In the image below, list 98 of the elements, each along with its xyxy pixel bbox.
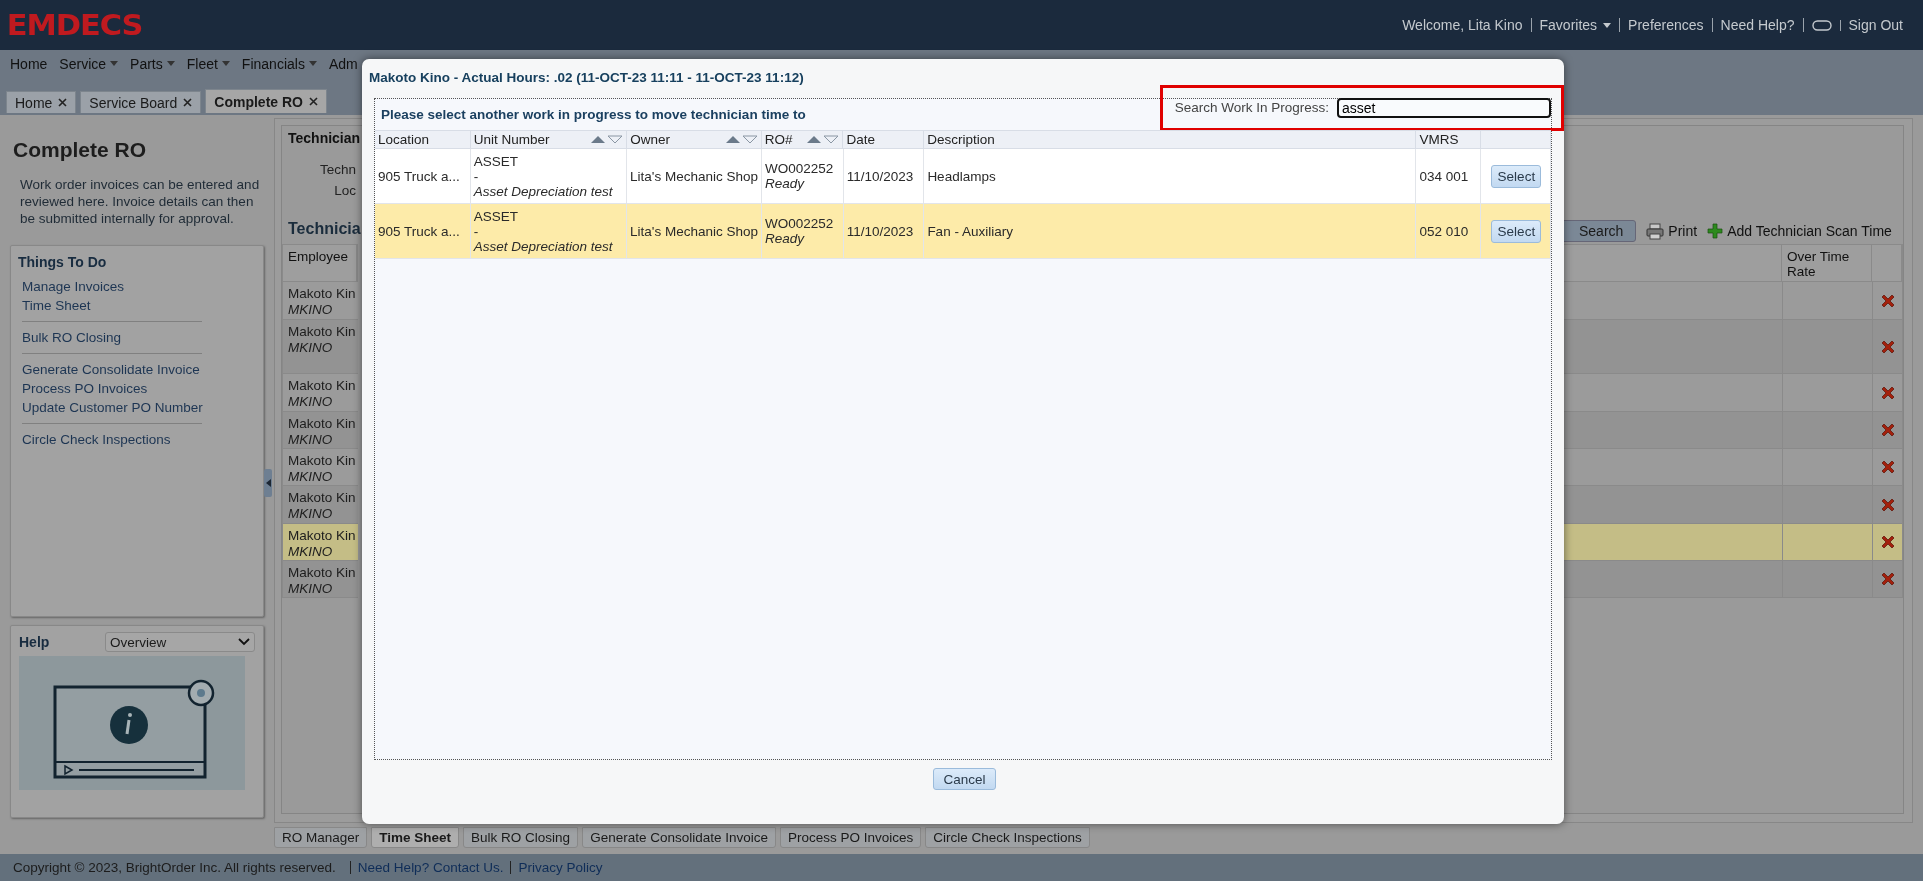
bottom-tab[interactable]: Process PO Invoices — [780, 827, 922, 848]
table-cell: 11/10/2023 — [843, 204, 925, 258]
close-icon[interactable] — [58, 98, 68, 107]
caret-icon — [1603, 22, 1612, 28]
column-header: VMRS — [1416, 131, 1482, 148]
nav-menu-item[interactable]: Financials — [241, 55, 317, 72]
field-label: Loc — [333, 183, 357, 198]
delete-icon[interactable] — [1879, 292, 1896, 309]
copyright-text: Copyright © 2023, BrightOrder Inc. All rights reserved. — [13, 860, 336, 875]
table-cell: Fan - Auxiliary — [924, 204, 1417, 258]
task-link[interactable]: Time Sheet — [18, 296, 256, 315]
table-cell-text: Makoto Kin MKINO — [287, 377, 357, 411]
bottom-tab[interactable]: Bulk RO Closing — [463, 827, 579, 848]
delete-icon[interactable] — [1879, 496, 1896, 513]
sort-icon[interactable] — [806, 135, 840, 144]
field-label: Techn — [318, 162, 357, 177]
header-link[interactable]: Preferences — [1628, 18, 1704, 32]
task-link[interactable]: Manage Invoices — [18, 277, 256, 296]
close-icon[interactable] — [183, 98, 193, 107]
welcome-text: Welcome, Lita Kino — [1402, 18, 1523, 32]
print-button[interactable]: Print — [1646, 222, 1698, 240]
column-header: Location — [375, 131, 471, 148]
prompt-text: Please select another work in progress to move technician time to — [381, 107, 806, 122]
column-header[interactable]: Unit Number — [470, 131, 628, 148]
nav-menu-item[interactable]: Adm — [328, 55, 358, 72]
logo: EMDECS — [6, 8, 143, 42]
table-cell-text: Makoto Kin MKINO — [287, 527, 357, 560]
table-cell: 034 001 — [1416, 149, 1482, 203]
triangle-left-icon — [265, 479, 271, 487]
table-cell: WO002252 Ready — [761, 149, 844, 203]
table-cell-text: Makoto Kin MKINO — [287, 564, 357, 597]
nav-menu-item[interactable]: Home — [10, 55, 48, 72]
column-header[interactable]: Owner — [627, 131, 762, 148]
delete-icon[interactable] — [1879, 534, 1896, 550]
task-link[interactable]: Circle Check Inspections — [18, 430, 256, 449]
table-cell: 905 Truck a... — [375, 204, 471, 258]
table-cell: WO002252 Ready — [761, 204, 844, 258]
cancel-button[interactable]: Cancel — [933, 768, 996, 790]
page-title: Complete RO — [13, 138, 147, 162]
page-tab[interactable]: Complete RO — [205, 89, 327, 113]
column-header: Description — [924, 131, 1417, 148]
table-cell-text: Makoto Kin MKINO — [287, 489, 357, 523]
select-button[interactable]: Select — [1490, 164, 1541, 188]
table-cell: 052 010 — [1416, 204, 1482, 258]
add-scan-time-button[interactable]: Add Technician Scan Time — [1707, 223, 1892, 239]
table-cell: Headlamps — [924, 149, 1417, 203]
task-link[interactable]: Bulk RO Closing — [18, 328, 256, 347]
table-cell-text: Makoto Kin MKINO — [287, 415, 357, 448]
column-header: Over Time Rate — [1782, 245, 1872, 281]
table-cell-text: Makoto Kin MKINO — [287, 452, 357, 485]
toggle-icon[interactable] — [1811, 19, 1832, 31]
table-cell: Lita's Mechanic Shop — [627, 204, 762, 258]
table-cell: 905 Truck a... — [375, 149, 471, 203]
panel-title: Things To Do — [18, 254, 108, 270]
bottom-tab[interactable]: Time Sheet — [371, 827, 460, 848]
table-cell: ASSET - Asset Depreciation test — [470, 204, 628, 258]
page-description: Work order invoices can be entered and reviewed here. Invoice details can then be submitted internally for approval. — [19, 176, 261, 227]
select-button[interactable]: Select — [1490, 219, 1541, 243]
header-link[interactable]: Need Help? — [1720, 18, 1795, 32]
table-cell: Lita's Mechanic Shop — [627, 149, 762, 203]
delete-icon[interactable] — [1879, 459, 1896, 475]
plus-icon — [1707, 223, 1724, 239]
delete-icon[interactable] — [1879, 422, 1896, 438]
header-link[interactable]: Sign Out — [1848, 18, 1903, 32]
sort-icon[interactable] — [724, 135, 758, 144]
chevron-down-icon — [238, 638, 250, 646]
search-field[interactable]: asset — [1337, 97, 1551, 118]
nav-menu-item[interactable]: Service — [59, 55, 119, 72]
column-header: Employee — [283, 245, 357, 281]
table-cell-text: Makoto Kin MKINO — [287, 285, 357, 319]
column-header: Date — [843, 131, 925, 148]
bottom-tab[interactable]: RO Manager — [274, 827, 368, 848]
delete-icon[interactable] — [1879, 338, 1896, 355]
delete-icon[interactable] — [1879, 384, 1896, 401]
panel-title: Help — [19, 634, 50, 650]
help-topic-select[interactable]: Overview — [105, 632, 255, 652]
panel-title: Technician — [287, 129, 358, 148]
table-cell: ASSET - Asset Depreciation test — [470, 149, 628, 203]
nav-menu-item[interactable]: Fleet — [186, 55, 230, 72]
table-cell: 11/10/2023 — [843, 149, 925, 203]
page-tab[interactable]: Service Board — [80, 91, 202, 113]
bottom-tab[interactable]: Circle Check Inspections — [925, 827, 1090, 848]
printer-icon — [1646, 222, 1665, 240]
task-link[interactable]: Update Customer PO Number — [18, 398, 256, 417]
column-header[interactable]: RO# — [761, 131, 844, 148]
delete-icon[interactable] — [1879, 571, 1896, 587]
sort-icon[interactable] — [590, 135, 624, 144]
bottom-tab[interactable]: Generate Consolidate Invoice — [582, 827, 776, 848]
table-cell-text: Makoto Kin MKINO — [287, 323, 357, 357]
search-label: Search Work In Progress: — [1174, 100, 1329, 115]
dialog-title: Makoto Kino - Actual Hours: .02 (11-OCT-23 11:11 - 11-OCT-23 11:12) — [369, 70, 805, 85]
nav-menu-item[interactable]: Parts — [130, 55, 175, 72]
page-tab[interactable]: Home — [6, 91, 77, 113]
close-icon[interactable] — [309, 97, 318, 106]
collapse-handle[interactable] — [264, 469, 272, 497]
task-link[interactable]: Process PO Invoices — [18, 379, 256, 398]
task-link[interactable]: Generate Consolidate Invoice — [18, 360, 256, 379]
favorites-menu[interactable]: Favorites — [1539, 18, 1598, 32]
